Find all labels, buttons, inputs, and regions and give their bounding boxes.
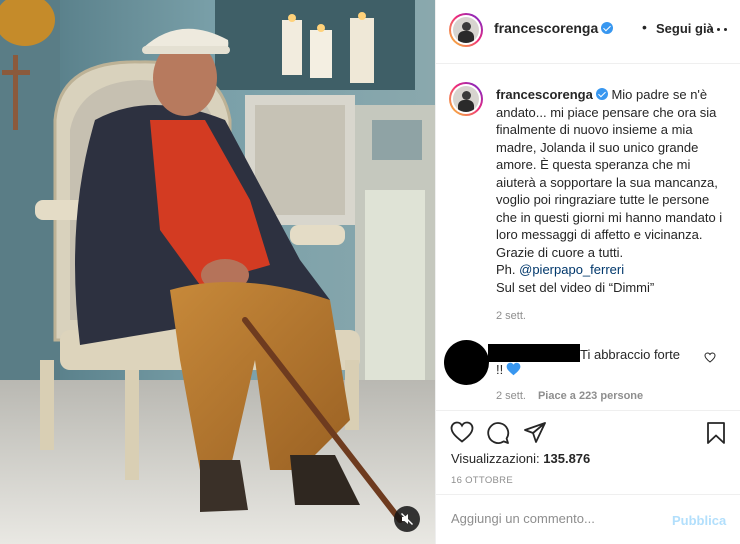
post-sidebar: francescorenga • Segui già francescoreng… bbox=[435, 0, 740, 544]
photo-credit-prefix: Ph. bbox=[496, 262, 520, 277]
caption-body: Mio padre se n'è andato... mi piace pens… bbox=[496, 87, 723, 260]
comments-list[interactable]: francescorenga Mio padre se n'è andato..… bbox=[436, 65, 740, 409]
comment-text-continued: !! bbox=[496, 362, 521, 377]
header-avatar[interactable] bbox=[449, 13, 483, 47]
heart-outline-icon[interactable] bbox=[704, 352, 716, 363]
comment-text: Ti abbraccio forte bbox=[580, 347, 680, 362]
caption-timestamp[interactable]: 2 sett. bbox=[496, 310, 526, 322]
share-icon[interactable] bbox=[523, 421, 547, 443]
video-frame bbox=[0, 0, 435, 544]
separator-dot: • bbox=[642, 19, 647, 35]
comment-input[interactable] bbox=[451, 511, 651, 526]
add-comment-bar: Pubblica bbox=[436, 494, 740, 544]
blue-heart-icon bbox=[506, 362, 521, 376]
mention-link[interactable]: @pierpapo_ferreri bbox=[519, 262, 624, 277]
set-line: Sul set del video di “Dimmi” bbox=[496, 279, 655, 295]
header-username[interactable]: francescorenga bbox=[494, 20, 614, 36]
commenter-avatar[interactable] bbox=[444, 340, 489, 385]
verified-badge-icon bbox=[595, 88, 608, 100]
comment-text-line2: !! bbox=[496, 362, 504, 377]
mute-button[interactable] bbox=[394, 506, 420, 532]
instagram-post: francescorenga • Segui già francescoreng… bbox=[0, 0, 740, 544]
comment-likes[interactable]: Piace a 223 persone bbox=[538, 390, 643, 402]
action-bar: Visualizzazioni: 135.876 16 OTTOBRE bbox=[436, 410, 740, 494]
caption-username[interactable]: francescorenga bbox=[496, 87, 593, 102]
caption-text: francescorenga Mio padre se n'è andato..… bbox=[496, 86, 730, 296]
post-date[interactable]: 16 OTTOBRE bbox=[451, 475, 513, 486]
views-count[interactable]: Visualizzazioni: 135.876 bbox=[451, 451, 590, 466]
publish-button[interactable]: Pubblica bbox=[672, 513, 726, 528]
header-username-text: francescorenga bbox=[494, 20, 599, 36]
post-header: francescorenga • Segui già bbox=[436, 0, 740, 64]
verified-badge-icon bbox=[601, 22, 614, 34]
like-icon[interactable] bbox=[450, 421, 474, 443]
comment-icon[interactable] bbox=[486, 421, 510, 445]
caption-avatar[interactable] bbox=[449, 82, 483, 116]
post-video[interactable] bbox=[0, 0, 435, 544]
redacted-username bbox=[488, 344, 580, 362]
more-options-icon[interactable] bbox=[710, 22, 730, 38]
comment-timestamp[interactable]: 2 sett. bbox=[496, 390, 526, 402]
views-value: 135.876 bbox=[543, 451, 591, 466]
comment-meta: 2 sett. Piace a 223 persone bbox=[496, 390, 643, 402]
mute-icon bbox=[401, 513, 413, 525]
following-button[interactable]: Segui già bbox=[656, 21, 714, 36]
views-label: Visualizzazioni: bbox=[451, 451, 544, 466]
save-icon[interactable] bbox=[706, 421, 726, 445]
